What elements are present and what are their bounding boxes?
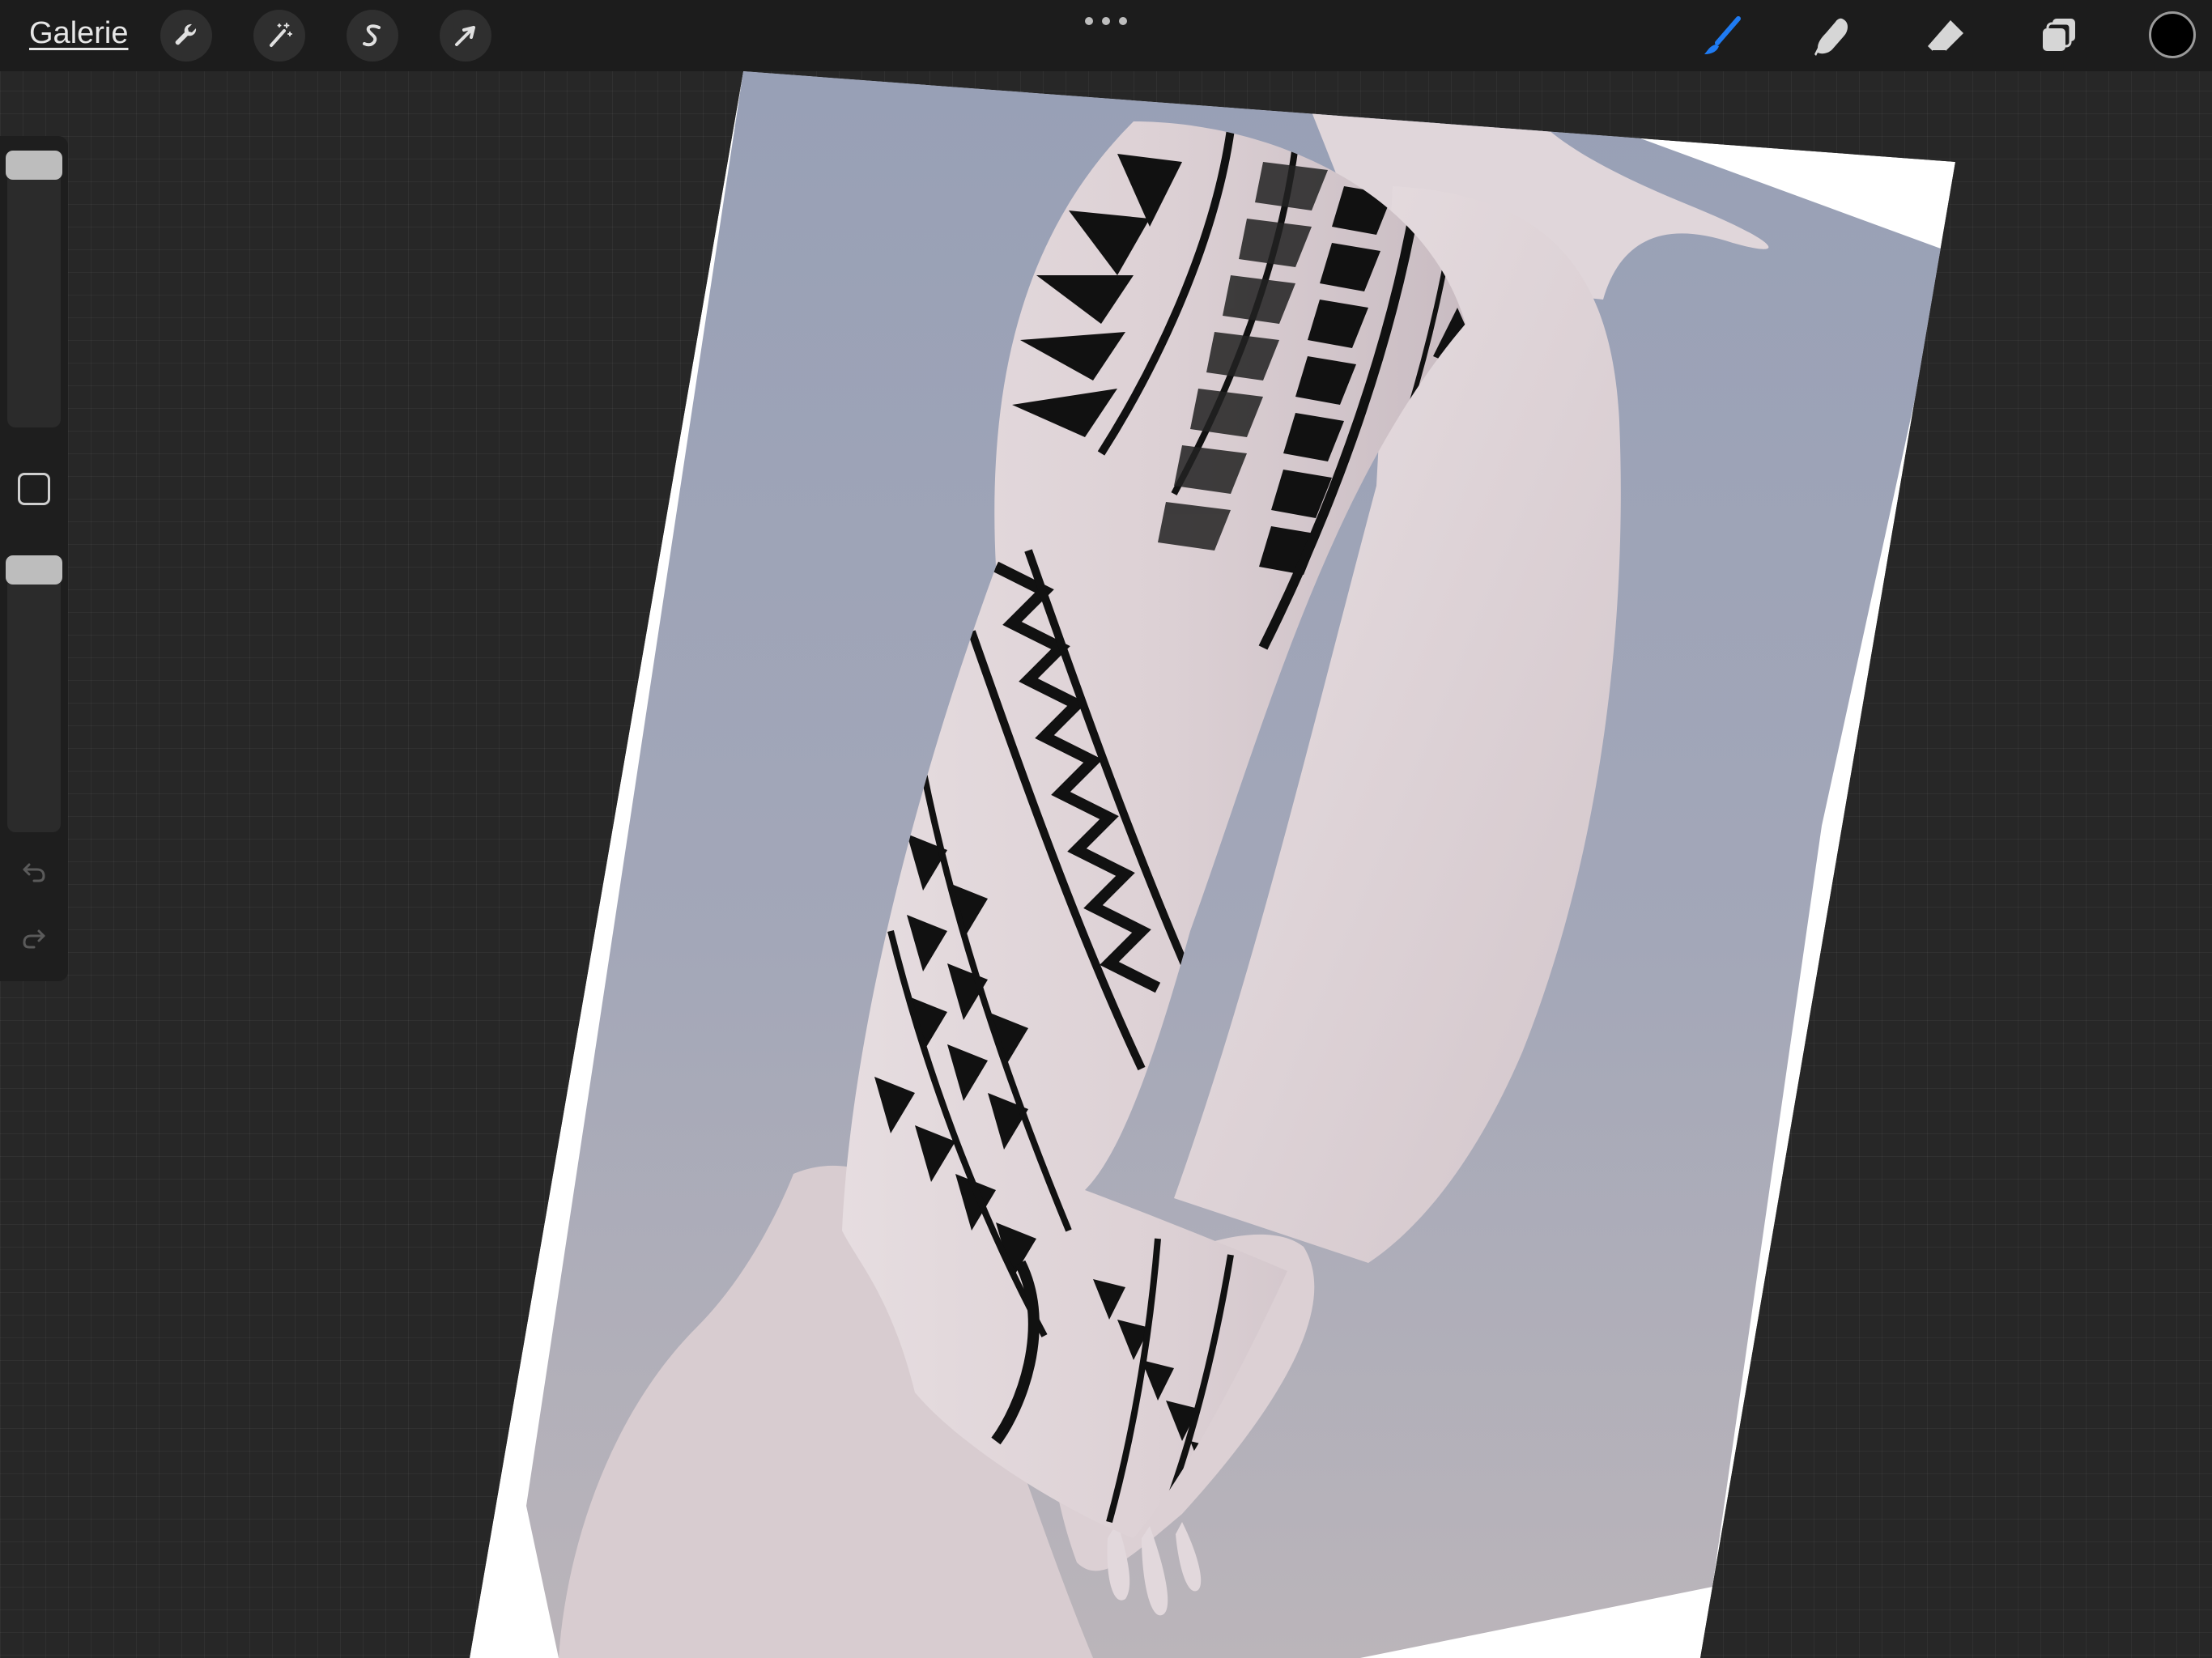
opacity-slider[interactable] [7, 555, 61, 832]
brush-size-slider[interactable] [7, 151, 61, 427]
redo-button[interactable] [16, 920, 52, 955]
brush-size-slider-thumb[interactable] [6, 151, 62, 180]
top-toolbar: Galerie [0, 0, 2212, 71]
brush-icon [1704, 16, 1741, 54]
brush-tool-button[interactable] [1695, 10, 1749, 63]
ellipsis-icon[interactable] [1085, 11, 1127, 31]
undo-icon [23, 863, 45, 882]
left-sidebar [0, 136, 68, 981]
smudge-finger-icon [1814, 18, 1848, 57]
magic-wand-icon [270, 23, 292, 47]
undo-button[interactable] [16, 853, 52, 889]
color-picker-button[interactable] [2149, 11, 2196, 58]
drawing-canvas[interactable] [0, 0, 2212, 1658]
layers-button[interactable] [2032, 10, 2086, 63]
gallery-link[interactable]: Galerie [29, 16, 129, 51]
layers-icon [2043, 19, 2075, 51]
arrow-cursor-icon [455, 26, 475, 46]
procreate-canvas-app: Galerie [0, 0, 2212, 1658]
opacity-slider-thumb[interactable] [6, 555, 62, 585]
square-modify-icon[interactable] [18, 473, 50, 505]
selection-button[interactable] [347, 10, 398, 62]
artwork-document [470, 71, 1955, 1658]
selection-s-icon [363, 24, 381, 47]
redo-icon [23, 929, 45, 949]
actions-button[interactable] [160, 10, 212, 62]
eraser-tool-button[interactable] [1919, 10, 1972, 63]
eraser-icon [1928, 20, 1963, 52]
transform-button[interactable] [440, 10, 491, 62]
wrench-icon [175, 23, 197, 45]
smudge-tool-button[interactable] [1806, 10, 1859, 63]
adjustments-button[interactable] [253, 10, 305, 62]
